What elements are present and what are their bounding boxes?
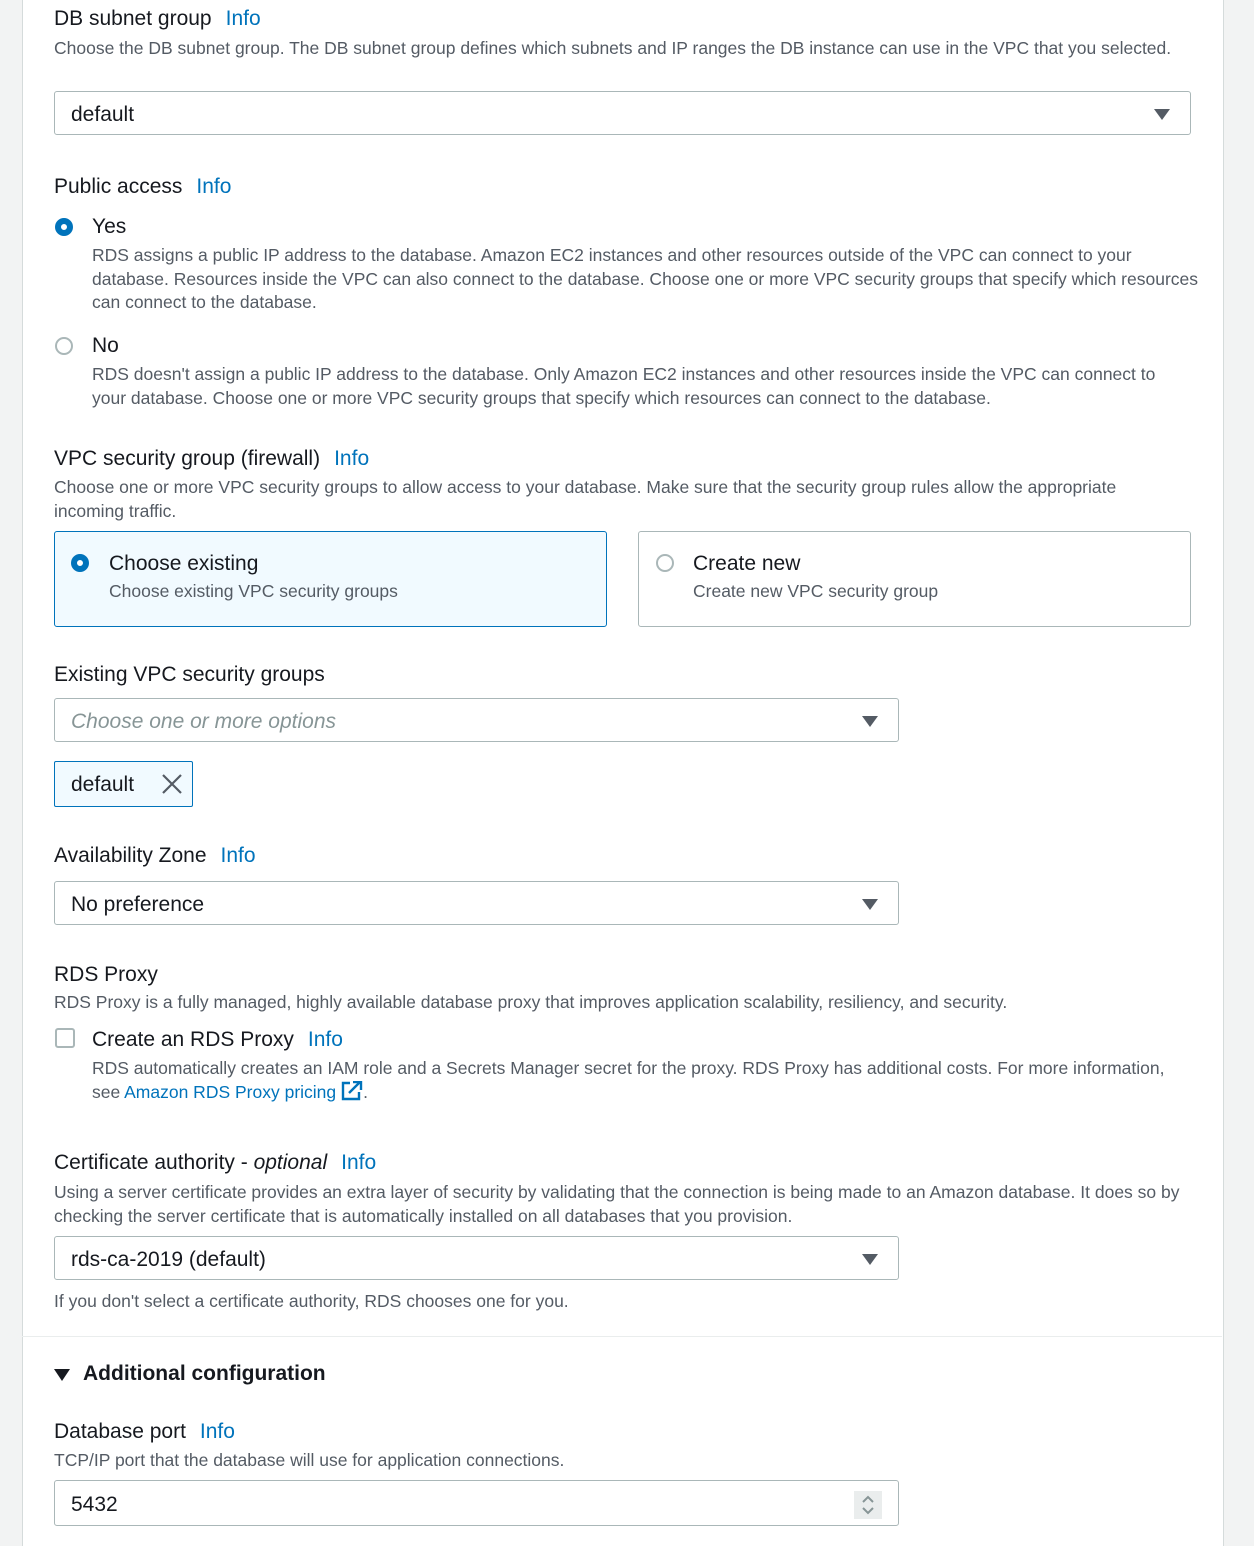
create-rds-proxy-info-link[interactable]: Info	[308, 1028, 343, 1051]
security-group-token-label: default	[71, 773, 135, 796]
choose-existing-title: Choose existing	[109, 552, 259, 575]
existing-vpc-security-groups-label: Existing VPC security groups	[54, 663, 325, 686]
create-new-radio[interactable]	[656, 554, 674, 572]
create-rds-proxy-checkbox[interactable]	[55, 1028, 75, 1048]
database-port-label: Database port	[54, 1420, 186, 1443]
db-subnet-group-info-link[interactable]: Info	[226, 7, 261, 30]
certificate-authority-optional: optional	[253, 1151, 328, 1174]
availability-zone-info-link[interactable]: Info	[221, 844, 256, 867]
database-port-value: 5432	[71, 1493, 118, 1516]
vpc-security-group-description: Choose one or more VPC security groups t…	[54, 477, 1117, 521]
public-access-yes-label[interactable]: Yes	[92, 215, 126, 239]
db-subnet-group-value: default	[71, 103, 135, 126]
database-port-description: TCP/IP port that the database will use f…	[54, 1450, 565, 1470]
caret-down-icon	[862, 1254, 878, 1265]
availability-zone-heading: Availability Zone Info	[54, 844, 256, 868]
db-subnet-group-select[interactable]: default	[54, 91, 1191, 135]
port-stepper[interactable]	[854, 1491, 882, 1519]
additional-configuration-title: Additional configuration	[83, 1362, 326, 1385]
caret-down-icon	[1154, 109, 1170, 120]
database-port-info-link[interactable]: Info	[200, 1420, 235, 1443]
certificate-authority-heading: Certificate authority - optional Info	[54, 1151, 376, 1175]
close-icon[interactable]	[161, 773, 183, 795]
vpc-security-group-info-link[interactable]: Info	[334, 447, 369, 470]
create-rds-proxy-description: RDS automatically creates an IAM role an…	[92, 1057, 1172, 1104]
caret-down-icon	[862, 716, 878, 727]
certificate-authority-hint: If you don't select a certificate author…	[54, 1291, 569, 1311]
create-rds-proxy-label[interactable]: Create an RDS Proxy	[92, 1028, 294, 1051]
stepper-up-down-icon[interactable]	[854, 1491, 882, 1519]
public-access-label: Public access	[54, 175, 183, 198]
certificate-authority-info-link[interactable]: Info	[341, 1151, 376, 1174]
certificate-authority-label: Certificate authority -	[54, 1151, 254, 1174]
connectivity-panel	[22, 0, 1224, 1546]
create-new-tile[interactable]: Create new Create new VPC security group	[638, 531, 1191, 627]
public-access-info-link[interactable]: Info	[196, 175, 231, 198]
db-subnet-group-label: DB subnet group	[54, 7, 212, 30]
create-rds-proxy-heading: Create an RDS Proxy Info	[92, 1028, 343, 1052]
section-divider	[22, 1336, 1222, 1337]
public-access-no-description: RDS doesn't assign a public IP address t…	[92, 364, 1156, 408]
public-access-no-label[interactable]: No	[92, 334, 119, 358]
choose-existing-radio[interactable]	[71, 554, 89, 572]
database-port-heading: Database port Info	[54, 1420, 235, 1444]
trailing-period: .	[363, 1081, 369, 1102]
security-group-token: default	[54, 761, 193, 807]
vpc-security-group-label: VPC security group (firewall)	[54, 447, 321, 470]
db-subnet-group-heading: DB subnet group Info	[54, 7, 261, 31]
vpc-security-group-heading: VPC security group (firewall) Info	[54, 447, 369, 471]
external-link-icon[interactable]	[341, 1080, 363, 1101]
existing-vpc-security-groups-placeholder: Choose one or more options	[71, 710, 336, 733]
db-subnet-group-description: Choose the DB subnet group. The DB subne…	[54, 38, 1172, 58]
certificate-authority-select[interactable]: rds-ca-2019 (default)	[54, 1236, 899, 1280]
public-access-no-radio[interactable]	[55, 337, 73, 355]
existing-vpc-security-groups-multiselect[interactable]: Choose one or more options	[54, 698, 899, 742]
certificate-authority-description: Using a server certificate provides an e…	[54, 1182, 1180, 1226]
rds-proxy-description: RDS Proxy is a fully managed, highly ava…	[54, 992, 1008, 1012]
rds-proxy-pricing-link[interactable]: Amazon RDS Proxy pricing	[124, 1082, 336, 1102]
choose-existing-description: Choose existing VPC security groups	[109, 581, 398, 601]
availability-zone-label: Availability Zone	[54, 844, 207, 867]
database-port-input[interactable]: 5432	[54, 1480, 899, 1526]
rds-proxy-label: RDS Proxy	[54, 963, 158, 986]
caret-down-icon	[54, 1369, 70, 1381]
create-new-description: Create new VPC security group	[693, 581, 939, 601]
public-access-heading: Public access Info	[54, 175, 231, 199]
public-access-yes-radio[interactable]	[55, 218, 73, 236]
choose-existing-tile[interactable]: Choose existing Choose existing VPC secu…	[54, 531, 607, 627]
availability-zone-value: No preference	[71, 893, 205, 916]
create-new-title: Create new	[693, 552, 801, 575]
caret-down-icon	[862, 899, 878, 910]
certificate-authority-value: rds-ca-2019 (default)	[71, 1248, 266, 1271]
public-access-yes-description: RDS assigns a public IP address to the d…	[92, 245, 1199, 312]
availability-zone-select[interactable]: No preference	[54, 881, 899, 925]
